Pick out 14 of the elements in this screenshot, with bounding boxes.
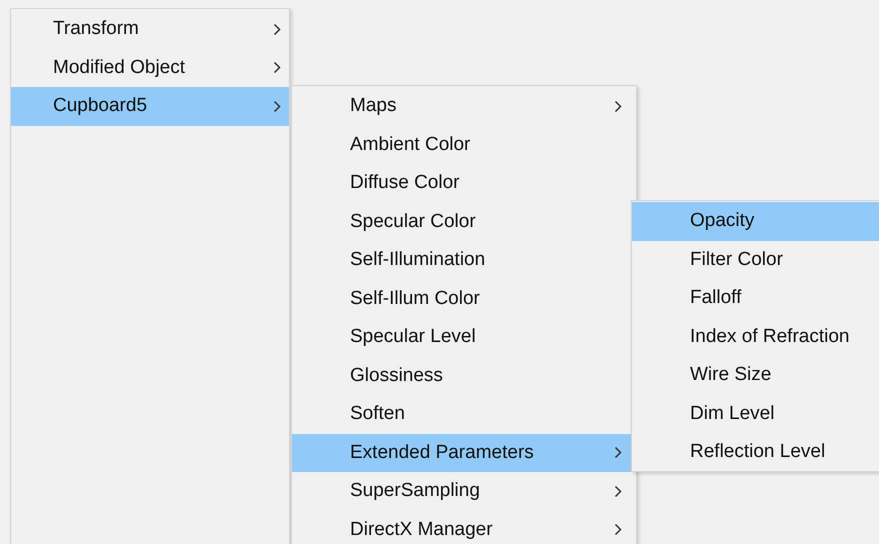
menu-item[interactable]: Maps	[292, 87, 636, 126]
menu-item[interactable]: Dim Level	[632, 394, 879, 433]
menu-item[interactable]: DirectX Manager	[292, 510, 636, 544]
menu-item[interactable]: Index of Refraction	[632, 318, 879, 356]
menu-item[interactable]: Ambient Color	[292, 126, 636, 164]
menu-item[interactable]: Diffuse Color	[292, 164, 636, 202]
menu-item[interactable]: Falloff	[632, 279, 879, 318]
menu-item[interactable]: Wire Size	[632, 356, 879, 394]
menu-item[interactable]: Transform	[11, 10, 289, 48]
menu-item[interactable]: Filter Color	[632, 240, 879, 279]
menu-item[interactable]: Opacity	[632, 202, 879, 240]
menu-item[interactable]: SuperSampling	[292, 472, 636, 510]
menu-item[interactable]: Modified Object	[11, 48, 289, 87]
menu-item[interactable]: Cupboard5	[11, 87, 289, 126]
